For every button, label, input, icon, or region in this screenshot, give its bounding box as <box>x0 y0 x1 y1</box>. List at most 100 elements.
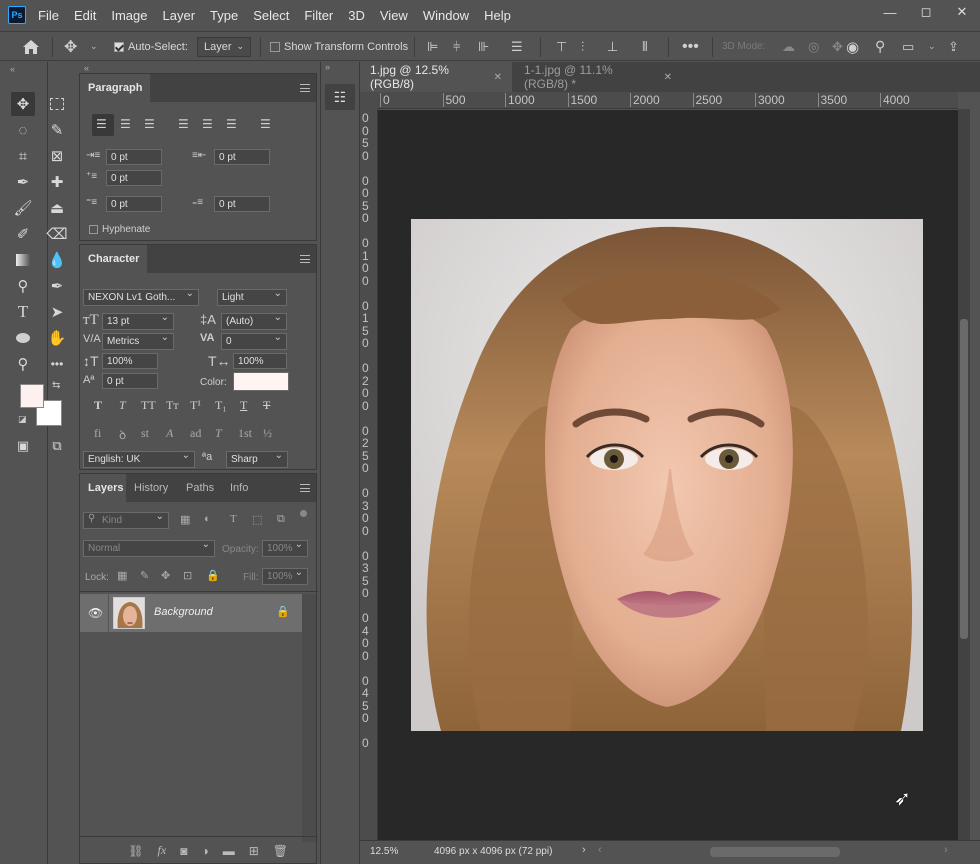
blend-mode-select[interactable]: Normal <box>83 539 215 557</box>
lock-image-icon[interactable]: ✎ <box>140 569 149 582</box>
tab-paragraph[interactable]: Paragraph <box>80 74 151 102</box>
document-tab-active[interactable]: 1.jpg @ 12.5% (RGB/8) ✕ <box>360 62 512 92</box>
crop-tool-icon[interactable]: ⌗ <box>11 144 35 168</box>
text-align-right-icon[interactable]: ☰ <box>144 117 155 131</box>
titling-alternates-icon[interactable]: ad <box>190 426 201 441</box>
foreground-color-front[interactable] <box>20 384 44 408</box>
anti-alias-select[interactable]: Sharp <box>226 450 288 468</box>
font-style-select[interactable]: Light <box>217 288 287 306</box>
vertical-ruler[interactable]: 0050005001000150020002500300035004000450… <box>360 109 378 840</box>
frame-tool-icon[interactable]: ⊠ <box>45 144 69 168</box>
align-bottom-edges-icon[interactable]: ⊥ <box>607 32 618 61</box>
font-size-select[interactable]: 13 pt <box>102 312 174 330</box>
leading-select[interactable]: (Auto) <box>221 312 287 330</box>
tracking-select[interactable]: 0 <box>221 332 287 350</box>
layer-filter-select[interactable]: ⚲ Kind <box>83 511 169 529</box>
text-align-center-icon[interactable]: ☰ <box>120 117 131 131</box>
all-caps-icon[interactable]: TT <box>141 398 156 413</box>
gradient-tool-icon[interactable] <box>11 248 35 272</box>
old-style-icon[interactable]: ꝺ <box>119 426 126 443</box>
scroll-left-icon[interactable]: ‹ <box>598 844 602 856</box>
justify-all-icon[interactable]: ☰ <box>260 117 271 131</box>
align-left-edges-icon[interactable]: ⊫ <box>427 32 438 61</box>
layer-style-fx-icon[interactable]: fx <box>158 843 167 858</box>
strikethrough-icon[interactable]: T <box>263 398 270 413</box>
filter-type-icon[interactable]: T <box>230 513 237 525</box>
more-tools-icon[interactable]: ••• <box>45 352 69 376</box>
lock-transparent-icon[interactable]: ▦ <box>117 569 127 582</box>
search-icon[interactable]: ⚲ <box>875 32 885 61</box>
layer-name[interactable]: Background <box>154 606 213 618</box>
panel-menu-icon[interactable] <box>300 255 310 263</box>
opacity-select[interactable]: 100% <box>262 539 308 557</box>
justify-last-right-icon[interactable]: ☰ <box>226 117 237 131</box>
document-tab-inactive[interactable]: 1-1.jpg @ 11.1% (RGB/8) * ✕ <box>514 62 682 92</box>
kerning-select[interactable]: Metrics <box>102 332 174 350</box>
filter-pixel-icon[interactable]: ▦ <box>180 513 190 526</box>
eyedropper-tool-icon[interactable]: ✒ <box>11 170 35 194</box>
menu-file[interactable]: File <box>38 8 59 23</box>
move-tool-icon[interactable]: ✥ <box>11 92 35 116</box>
show-transform-checkbox[interactable]: Show Transform Controls <box>270 32 408 61</box>
menu-window[interactable]: Window <box>423 8 469 23</box>
3d-pan-icon[interactable]: ✥ <box>832 32 843 61</box>
collapse-arrows-icon[interactable]: « <box>10 64 15 74</box>
indent-right-input[interactable]: 0 pt <box>214 149 270 165</box>
distribute-horizontal-icon[interactable]: ⦀ <box>642 32 648 61</box>
horizontal-ruler[interactable]: 0 500 1000 1500 2000 2500 3000 3500 4000 <box>378 92 958 109</box>
distribute-vertical-icon[interactable]: ☰ <box>511 32 523 61</box>
menu-help[interactable]: Help <box>484 8 511 23</box>
tab-history[interactable]: History <box>126 474 176 502</box>
3d-roll-icon[interactable]: ◎ <box>808 32 819 61</box>
menu-image[interactable]: Image <box>111 8 147 23</box>
add-mask-icon[interactable]: ◙ <box>180 844 187 858</box>
indent-first-line-input[interactable]: 0 pt <box>106 170 162 186</box>
expand-arrows-icon[interactable]: » <box>325 62 330 72</box>
history-brush-tool-icon[interactable]: ✐ <box>11 222 35 246</box>
indent-left-input[interactable]: 0 pt <box>106 149 162 165</box>
auto-select-dropdown[interactable]: Layer ⌄ <box>197 36 251 57</box>
filter-shape-icon[interactable]: ⬚ <box>252 513 262 526</box>
underline-icon[interactable]: T <box>240 398 247 413</box>
minimize-button[interactable]: — <box>872 0 908 24</box>
justify-last-center-icon[interactable]: ☰ <box>202 117 213 131</box>
auto-select-checkbox[interactable]: Auto-Select: <box>114 32 188 61</box>
swash-icon[interactable]: st <box>141 426 149 441</box>
move-tool-icon[interactable]: ✥ <box>64 32 77 61</box>
status-menu-arrow-icon[interactable]: › <box>582 844 586 856</box>
small-caps-icon[interactable]: Tт <box>166 398 179 413</box>
align-top-edges-icon[interactable]: ⊤ <box>556 32 567 61</box>
type-tool-icon[interactable]: T <box>11 300 35 324</box>
menu-select[interactable]: Select <box>253 8 289 23</box>
healing-brush-tool-icon[interactable]: ✚ <box>45 170 69 194</box>
share-icon[interactable]: ⇪ <box>948 32 959 61</box>
clone-stamp-tool-icon[interactable]: ⏏ <box>45 196 69 220</box>
quick-selection-tool-icon[interactable]: ✎ <box>45 118 69 142</box>
quick-mask-icon[interactable]: ▣ <box>11 434 35 458</box>
3d-orbit-icon[interactable]: ☁ <box>782 32 795 61</box>
workspace-icon[interactable]: ▭ <box>902 32 914 61</box>
scroll-right-icon[interactable]: › <box>944 844 948 856</box>
faux-italic-icon[interactable]: T <box>119 398 126 413</box>
tab-info[interactable]: Info <box>222 474 256 502</box>
filter-smart-object-icon[interactable]: ⧉ <box>277 513 285 526</box>
marquee-tool-icon[interactable] <box>45 92 69 116</box>
new-group-icon[interactable]: ▬ <box>223 844 235 858</box>
pen-tool-icon[interactable]: ✒ <box>45 274 69 298</box>
close-tab-icon[interactable]: ✕ <box>664 72 672 83</box>
link-layers-icon[interactable]: ⛓ <box>128 844 143 858</box>
superscript-icon[interactable]: T¹ <box>190 398 201 413</box>
document-info[interactable]: 4096 px x 4096 px (72 ppi) <box>434 846 552 857</box>
lock-all-icon[interactable]: 🔒 <box>206 569 220 582</box>
text-color-swatch[interactable] <box>233 372 289 391</box>
stylistic-alternates-icon[interactable]: A <box>166 426 173 441</box>
lock-position-icon[interactable]: ✥ <box>161 569 170 582</box>
layer-row-background[interactable]: 👁 Background 🔒 <box>80 594 302 632</box>
scrollbar-thumb[interactable] <box>960 319 968 639</box>
brush-tool-icon[interactable]: 🖌 <box>11 196 35 220</box>
contextual-alternates-icon[interactable]: T <box>215 426 222 441</box>
fractions-icon[interactable]: ½ <box>263 426 272 441</box>
blur-tool-icon[interactable]: 💧 <box>45 248 69 272</box>
ellipse-tool-icon[interactable] <box>11 326 35 350</box>
new-layer-icon[interactable]: ⊞ <box>249 844 259 858</box>
